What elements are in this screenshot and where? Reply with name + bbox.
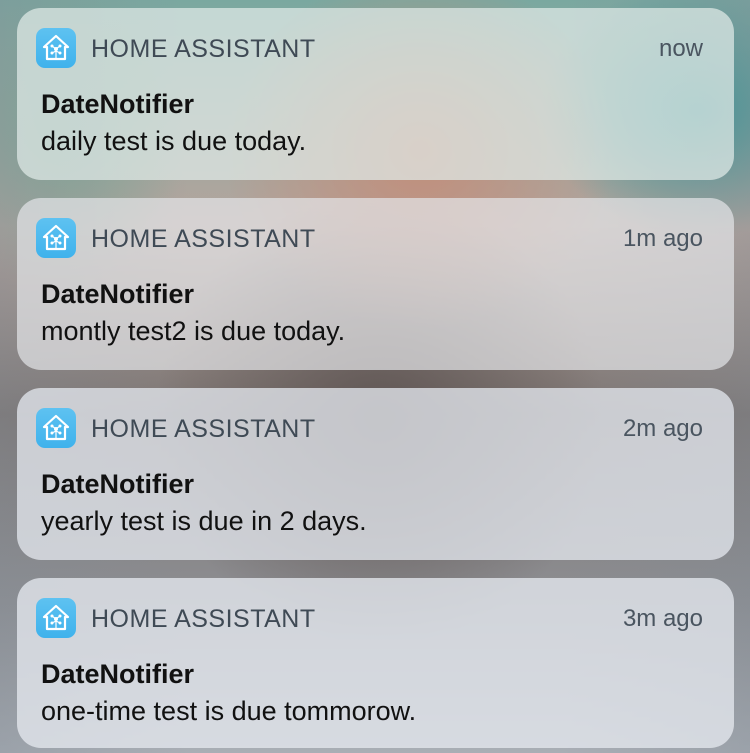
home-assistant-icon (36, 598, 76, 638)
notification-body: yearly test is due in 2 days. (41, 506, 367, 536)
notification-title: DateNotifier (41, 279, 195, 309)
app-name: HOME ASSISTANT (91, 605, 316, 633)
notification-title: DateNotifier (41, 469, 195, 499)
notification-time: 2m ago (622, 415, 703, 442)
home-assistant-icon (36, 408, 76, 448)
app-name: HOME ASSISTANT (91, 35, 316, 63)
notification-body: one-time test is due tommorow. (41, 696, 417, 726)
home-assistant-icon (36, 218, 76, 258)
notification-body: daily test is due today. (41, 126, 307, 156)
notification-time: 1m ago (622, 225, 703, 252)
notification-body: montly test2 is due today. (41, 316, 346, 346)
notification-card[interactable]: HOME ASSISTANT 3m ago DateNotifier one-t… (17, 578, 734, 748)
notification-card[interactable]: HOME ASSISTANT 2m ago DateNotifier yearl… (17, 388, 734, 560)
notification-time: now (658, 35, 703, 62)
notification-card[interactable]: HOME ASSISTANT 1m ago DateNotifier montl… (17, 198, 734, 370)
notification-title: DateNotifier (41, 659, 195, 689)
notification-title: DateNotifier (41, 89, 195, 119)
app-name: HOME ASSISTANT (91, 415, 316, 443)
notification-time: 3m ago (622, 605, 703, 632)
home-assistant-icon (36, 28, 76, 68)
app-name: HOME ASSISTANT (91, 225, 316, 253)
notification-card[interactable]: HOME ASSISTANT now DateNotifier daily te… (17, 8, 734, 180)
